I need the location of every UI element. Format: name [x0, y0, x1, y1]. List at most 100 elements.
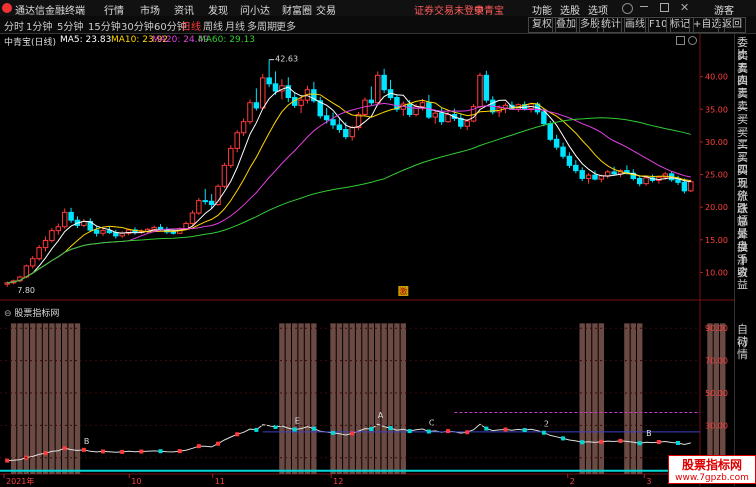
- menu-faxian[interactable]: 发现: [208, 2, 228, 17]
- indicator-band-bar: [394, 323, 400, 474]
- candle-body: [260, 77, 266, 109]
- candle-body: [119, 232, 125, 237]
- period-15min[interactable]: 15分钟: [88, 18, 121, 33]
- indicator-dot: [62, 446, 67, 451]
- candle-body: [298, 99, 304, 106]
- broker-name: 中青宝: [474, 6, 504, 17]
- user-guest[interactable]: 游客: [714, 2, 734, 17]
- menu-caifuquan[interactable]: 财富圈: [282, 2, 312, 17]
- indicator-collapse-icon[interactable]: ⊖: [4, 309, 14, 319]
- candle-body: [643, 177, 649, 185]
- indicator-band-bar: [68, 323, 74, 474]
- indicator-dot: [139, 449, 144, 454]
- ma-line: [7, 93, 691, 284]
- x-tick-label: 2: [570, 477, 575, 486]
- candle-body: [419, 102, 426, 108]
- period-multi[interactable]: 多周期: [247, 18, 277, 33]
- indicator-band-bar: [598, 323, 605, 474]
- period-weekly[interactable]: 周线: [203, 18, 223, 33]
- x-tick-label: 3: [646, 477, 651, 486]
- indicator-band-bar: [592, 323, 598, 474]
- indicator-band-bar: [298, 323, 304, 474]
- app-logo-icon: [2, 3, 12, 13]
- period-5min[interactable]: 5分钟: [57, 18, 83, 33]
- menu-gongneng[interactable]: 功能: [532, 2, 552, 17]
- candle-body: [49, 230, 55, 241]
- indicator-band-bar: [707, 323, 713, 474]
- candle-body: [547, 123, 553, 140]
- indicator-dot: [101, 449, 106, 454]
- ma5-label: MA5: 23.83: [60, 35, 112, 45]
- period-1min[interactable]: 1分钟: [26, 18, 52, 33]
- candle-body: [151, 226, 157, 230]
- menu-wenxiaoda[interactable]: 问小达: [240, 2, 270, 17]
- candle-body: [541, 111, 547, 125]
- close-icon[interactable]: ✕: [680, 1, 689, 14]
- menu-shichang[interactable]: 市场: [140, 2, 160, 17]
- indicator-band-bar: [637, 323, 643, 474]
- candle-body: [189, 212, 196, 224]
- indicator-dot: [618, 438, 623, 443]
- candle-body: [30, 258, 36, 267]
- y-tick-label: 20.00: [705, 203, 728, 212]
- chart-settings-icon[interactable]: [688, 36, 697, 45]
- indicator-band-bar: [579, 323, 585, 474]
- indicator-dot: [43, 451, 48, 456]
- candle-body: [688, 181, 694, 192]
- indicator-band-bar: [400, 323, 406, 474]
- x-tick-label: 10: [131, 477, 141, 486]
- minimize-icon[interactable]: [640, 6, 648, 7]
- menu-xuanxiang[interactable]: 选项: [588, 2, 608, 17]
- indicator-band-bar: [387, 323, 394, 474]
- menu-jiaoyi[interactable]: 交易: [316, 2, 336, 17]
- indicator-tick-label: 30.00: [705, 421, 728, 430]
- search-icon[interactable]: [622, 3, 633, 14]
- indicator-dot: [388, 426, 393, 431]
- period-more[interactable]: 更多: [276, 18, 296, 33]
- menu-hangqing[interactable]: 行情: [104, 2, 124, 17]
- candle-body: [445, 113, 451, 123]
- back-button[interactable]: 返回: [718, 17, 746, 33]
- indicator-signal-label: E: [295, 416, 300, 425]
- indicator-band-bar: [355, 323, 362, 474]
- menu-xuangu[interactable]: 选股: [560, 2, 580, 17]
- y-tick-label: 10.00: [705, 268, 728, 277]
- period-daily[interactable]: 日线: [181, 18, 201, 33]
- low-price-label: 7.80: [17, 286, 35, 295]
- period-fenshi[interactable]: 分时: [4, 18, 24, 33]
- indicator-band-bar: [279, 323, 285, 474]
- indicator-dot: [676, 440, 681, 445]
- chart-area[interactable]: B E A C 2 B 40.00 35.00 30.00 25.00 20.00 15.00 10.…: [0, 34, 734, 486]
- candle-body: [272, 83, 279, 92]
- candle-body: [579, 170, 585, 179]
- indicator-dot: [81, 447, 86, 452]
- menu-zixun[interactable]: 资讯: [174, 2, 194, 17]
- candle-body: [406, 103, 413, 115]
- candle-body: [560, 146, 566, 157]
- y-tick-label: 15.00: [705, 236, 728, 245]
- period-30min[interactable]: 30分钟: [121, 18, 154, 33]
- ma-line: [7, 86, 691, 284]
- period-monthly[interactable]: 月线: [225, 18, 245, 33]
- candle-body: [228, 147, 234, 166]
- indicator-band-bar: [30, 323, 36, 474]
- side-panel-item[interactable]: 行情: [737, 337, 756, 361]
- x-tick-label: 12: [333, 477, 343, 486]
- indicator-band-bar: [362, 323, 368, 474]
- indicator-band-bar: [336, 323, 343, 474]
- watermark-logo: 股票指标网 www.7gpzb.com: [668, 455, 756, 484]
- indicator-band-bar: [349, 323, 355, 474]
- candle-body: [234, 132, 240, 149]
- candle-body: [55, 226, 62, 232]
- candle-body: [464, 120, 470, 127]
- indicator-dot: [561, 436, 566, 441]
- indicator-dot: [196, 444, 201, 449]
- indicator-dot: [235, 432, 240, 437]
- indicator-signal-label: A: [378, 411, 384, 420]
- maximize-icon[interactable]: [660, 3, 669, 12]
- side-panel-item: 收益: [737, 266, 748, 292]
- indicator-dot: [541, 430, 546, 435]
- chart-max-icon[interactable]: [676, 36, 685, 45]
- indicator-band-bar: [381, 323, 387, 474]
- candle-body: [323, 115, 330, 121]
